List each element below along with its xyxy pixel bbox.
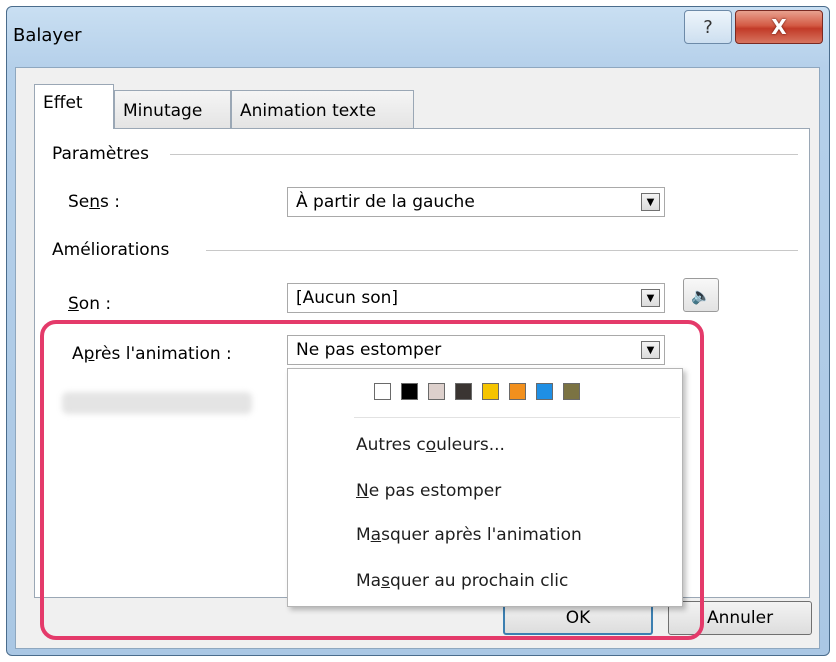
menu-item-masquer-apres-animation[interactable]: Masquer après l'animation xyxy=(356,525,582,545)
help-icon: ? xyxy=(703,16,713,38)
tab-minutage[interactable]: Minutage xyxy=(114,90,231,128)
close-button[interactable]: X xyxy=(735,10,823,44)
parametres-group-label: Paramètres xyxy=(52,144,155,164)
menu-item-ne-pas-estomper[interactable]: Ne pas estomper xyxy=(356,481,501,501)
ok-button-label: OK xyxy=(565,608,591,628)
son-label: Son : xyxy=(68,294,112,314)
tab-animation-texte[interactable]: Animation texte xyxy=(231,90,414,128)
color-swatch[interactable] xyxy=(536,383,553,400)
annuler-button[interactable]: Annuler xyxy=(668,601,812,635)
menu-item-masquer-prochain-clic[interactable]: Masquer au prochain clic xyxy=(356,571,568,591)
son-select[interactable]: [Aucun son] ▼ xyxy=(287,283,665,313)
dropdown-separator xyxy=(354,417,680,418)
tab-animation-texte-label: Animation texte xyxy=(240,101,377,121)
tab-minutage-label: Minutage xyxy=(123,101,203,121)
color-swatch[interactable] xyxy=(563,383,580,400)
window-title: Balayer xyxy=(13,25,82,46)
color-swatches xyxy=(374,383,590,400)
volume-button[interactable]: 🔈 xyxy=(683,278,719,312)
tab-effet[interactable]: Effet xyxy=(34,84,114,129)
chevron-down-icon[interactable]: ▼ xyxy=(641,341,660,359)
chevron-down-icon[interactable]: ▼ xyxy=(641,289,660,307)
sens-label: Sens : xyxy=(68,192,121,212)
ameliorations-group-label: Améliorations xyxy=(52,240,176,260)
color-swatch[interactable] xyxy=(428,383,445,400)
chevron-down-icon[interactable]: ▼ xyxy=(641,193,660,211)
ameliorations-divider xyxy=(206,250,798,251)
apres-animation-dropdown: Autres couleurs... Ne pas estomper Masqu… xyxy=(287,368,683,607)
sens-select[interactable]: À partir de la gauche ▼ xyxy=(287,187,665,217)
blurred-label xyxy=(62,392,252,414)
apres-animation-value: Ne pas estomper xyxy=(296,340,442,360)
color-swatch[interactable] xyxy=(401,383,418,400)
color-swatch[interactable] xyxy=(509,383,526,400)
color-swatch[interactable] xyxy=(482,383,499,400)
tab-effet-label: Effet xyxy=(43,93,83,113)
parametres-divider xyxy=(170,154,798,155)
sens-value: À partir de la gauche xyxy=(296,192,475,212)
speaker-icon: 🔈 xyxy=(691,285,711,305)
menu-item-autres-couleurs[interactable]: Autres couleurs... xyxy=(356,435,505,455)
help-button[interactable]: ? xyxy=(684,10,732,44)
apres-animation-select[interactable]: Ne pas estomper ▼ xyxy=(287,335,665,365)
apres-animation-label: Après l'animation : xyxy=(72,344,232,364)
son-value: [Aucun son] xyxy=(296,288,398,308)
annuler-button-label: Annuler xyxy=(706,608,774,628)
close-icon: X xyxy=(771,15,787,39)
color-swatch[interactable] xyxy=(374,383,391,400)
color-swatch[interactable] xyxy=(455,383,472,400)
